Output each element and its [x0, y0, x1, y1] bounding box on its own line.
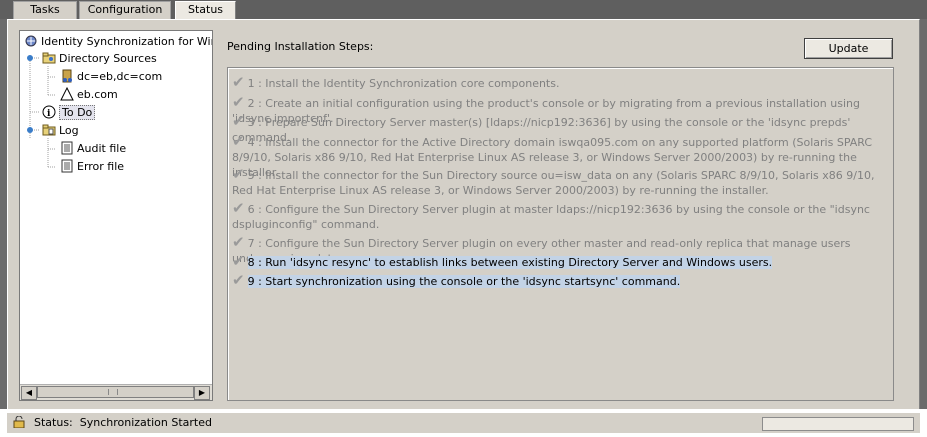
tree-node-label: dc=eb,dc=com [77, 70, 163, 83]
steps-list: ✔ 1 : Install the Identity Synchronizatio… [227, 67, 894, 401]
navigation-tree: Identity Synchronization for Window Dire… [19, 30, 213, 401]
svg-text:i: i [47, 109, 51, 119]
domain-triangle-icon [60, 86, 74, 101]
expand-handle-log[interactable] [27, 127, 33, 133]
folder-icon [42, 51, 56, 65]
checkmark-icon: ✔ [232, 199, 245, 217]
checkmark-icon: ✔ [232, 93, 245, 111]
step-text: 9 : Start synchronization using the cons… [247, 275, 681, 288]
folder-icon [42, 123, 56, 137]
tree-node-label: Directory Sources [59, 52, 157, 65]
thumb-grip-icon [108, 389, 118, 395]
scroll-right-button[interactable]: ▶ [194, 386, 210, 400]
checkmark-icon: ✔ [232, 233, 245, 251]
scroll-left-button[interactable]: ◀ [21, 386, 37, 400]
tab-strip: Tasks Configuration Status [0, 0, 927, 20]
expand-handle-directory-sources[interactable] [27, 55, 33, 61]
step-text: 1 : Install the Identity Synchronization… [247, 77, 560, 90]
tree-node-label: Log [59, 124, 79, 137]
status-bar: Status: Synchronization Started [0, 409, 927, 437]
tree-node-audit-file[interactable]: Audit file [60, 141, 126, 157]
step-item: ✔ 5 : Install the connector for the Sun D… [232, 167, 884, 198]
tree-node-root[interactable]: Identity Synchronization for Window [24, 34, 212, 50]
tree-node-label: eb.com [77, 88, 118, 101]
checkmark-icon: ✔ [232, 252, 245, 270]
status-label: Status: [34, 416, 73, 429]
checkmark-icon: ✔ [232, 132, 245, 150]
log-file-icon [60, 159, 74, 173]
lock-icon [13, 415, 25, 429]
directory-server-icon [60, 69, 74, 83]
step-item-active: ✔ 9 : Start synchronization using the con… [232, 273, 884, 289]
tree-node-label: To Do [59, 105, 96, 120]
tree-node-error-file[interactable]: Error file [60, 159, 124, 175]
step-text: 5 : Install the connector for the Sun Di… [232, 169, 875, 197]
info-icon: i [42, 105, 56, 119]
tab-status[interactable]: Status [175, 1, 236, 20]
checkmark-icon: ✔ [232, 271, 245, 289]
step-text: 6 : Configure the Sun Directory Server p… [232, 203, 870, 231]
status-message: Status: Synchronization Started [34, 416, 212, 429]
tree-lines [27, 55, 56, 168]
status-progress-field [762, 417, 914, 431]
checkmark-icon: ✔ [232, 165, 245, 183]
tree-node-log[interactable]: Log [42, 123, 79, 139]
tree-node-directory-sources[interactable]: Directory Sources [42, 51, 157, 67]
tree-node-ds-eb-com[interactable]: eb.com [60, 86, 118, 103]
checkmark-icon: ✔ [232, 112, 245, 130]
tab-tasks[interactable]: Tasks [13, 1, 77, 19]
step-item: ✔ 6 : Configure the Sun Directory Server … [232, 201, 884, 232]
tab-configuration[interactable]: Configuration [79, 1, 171, 19]
step-item-active: ✔ 8 : Run 'idsync resync' to establish li… [232, 254, 884, 270]
tree-node-label: Audit file [77, 142, 127, 155]
status-bar-inner: Status: Synchronization Started [7, 413, 920, 433]
scroll-thumb[interactable] [37, 386, 194, 398]
status-value: Synchronization Started [79, 416, 212, 429]
checkmark-icon: ✔ [232, 73, 245, 91]
tree-node-label: Error file [77, 160, 125, 173]
step-item: ✔ 1 : Install the Identity Synchronizatio… [232, 75, 884, 91]
tree-node-ds-dc-eb[interactable]: dc=eb,dc=com [60, 69, 162, 85]
tree-horizontal-scrollbar[interactable]: ◀ ▶ [20, 384, 212, 400]
tree-node-label: Identity Synchronization for Window [41, 35, 212, 48]
network-sync-icon [24, 34, 38, 48]
log-file-icon [60, 141, 74, 155]
pending-steps-label: Pending Installation Steps: [227, 40, 374, 53]
step-text: 8 : Run 'idsync resync' to establish lin… [247, 256, 773, 269]
update-button[interactable]: Update [804, 38, 893, 59]
tree-node-todo[interactable]: i To Do [42, 105, 96, 121]
